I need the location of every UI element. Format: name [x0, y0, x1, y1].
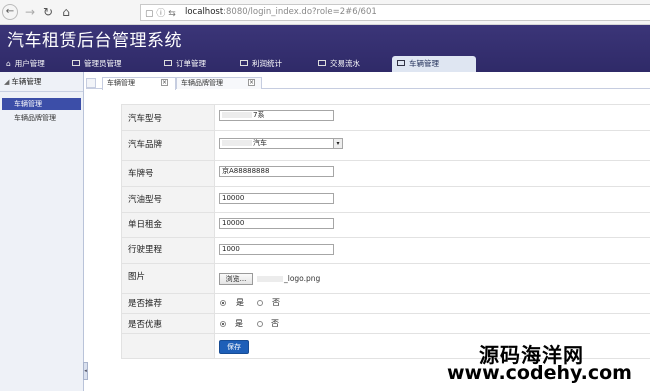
form-row [121, 293, 650, 294]
brand-label: 汽车品牌 [128, 140, 163, 150]
page-tabs: 车辆管理 × 车辆品牌管理 × [86, 77, 650, 90]
app-title: 汽车租赁后台管理系统 [7, 31, 182, 51]
sidebar: ◢ 车辆管理 车辆管理 车辆品牌管理 [0, 72, 84, 391]
redacted-text [222, 140, 252, 146]
save-button[interactable]: 保存 [219, 340, 249, 354]
url-text: localhost:8080/login_index.do?role=2#6/6… [185, 7, 377, 17]
main-nav: ⌂ 用户管理 管理员管理 订单管理 利润统计 交易流水 车辆管理 [0, 56, 650, 72]
home-icon: ⌂ [6, 59, 11, 68]
reload-icon[interactable]: ↻ [40, 4, 56, 20]
form-row [121, 186, 650, 187]
form-divider [214, 104, 215, 358]
discount-no-radio[interactable] [257, 321, 263, 327]
form-row [121, 313, 650, 314]
mileage-label: 行驶里程 [128, 245, 163, 255]
model-label: 汽车型号 [128, 114, 163, 124]
forward-icon[interactable]: → [22, 4, 38, 20]
watermark-url: www.codehy.com [447, 362, 632, 384]
mileage-input[interactable]: 1000 [219, 244, 334, 255]
chevron-down-icon: ◢ [4, 78, 10, 86]
model-input[interactable]: 7系 [219, 110, 334, 121]
redacted-text [222, 112, 252, 118]
close-icon[interactable]: × [248, 79, 255, 86]
recommend-yes-label: 是 [236, 298, 244, 307]
image-label: 图片 [128, 272, 146, 282]
plate-label: 车牌号 [128, 169, 154, 179]
rent-input[interactable]: 10000 [219, 218, 334, 229]
grid-icon [240, 60, 248, 66]
form-row [121, 130, 650, 131]
tab-vehicle-management[interactable]: 车辆管理 [392, 56, 476, 72]
discount-label: 是否优惠 [128, 320, 163, 330]
tab-user-management[interactable]: ⌂ 用户管理 [6, 56, 45, 72]
grid-icon [72, 60, 80, 66]
form-row [121, 237, 650, 238]
address-bar[interactable]: ▢ ⓘ ⇆ localhost:8080/login_index.do?role… [140, 4, 650, 21]
sidebar-item-vehicles[interactable]: 车辆管理 [2, 98, 81, 110]
tab-profit-stats[interactable]: 利润统计 [240, 56, 282, 72]
tab-admin-management[interactable]: 管理员管理 [72, 56, 122, 72]
grid-icon [164, 60, 172, 66]
recommend-yes-radio[interactable] [220, 300, 226, 306]
page-info-icon[interactable]: ▢ ⓘ ⇆ [145, 6, 176, 19]
discount-yes-radio[interactable] [220, 321, 226, 327]
sidebar-collapse-button[interactable]: ◂ [83, 362, 88, 380]
sidebar-item-brands[interactable]: 车辆品牌管理 [2, 112, 81, 124]
browser-toolbar: ← → ↻ ⌂ ▢ ⓘ ⇆ localhost:8080/login_index… [0, 0, 650, 25]
grid-icon [397, 60, 405, 66]
grid-icon [318, 60, 326, 66]
form-border [121, 104, 122, 358]
chevron-down-icon[interactable]: ▾ [333, 139, 342, 148]
fuel-input[interactable]: 10000 [219, 193, 334, 204]
app-header: 汽车租赁后台管理系统 ⌂ 用户管理 管理员管理 订单管理 利润统计 交易流水 车辆… [0, 25, 650, 72]
fuel-label: 汽油型号 [128, 195, 163, 205]
rent-label: 单日租金 [128, 220, 163, 230]
tab-order-management[interactable]: 订单管理 [164, 56, 206, 72]
form-row [121, 263, 650, 264]
form-row [121, 333, 650, 334]
discount-yes-label: 是 [235, 319, 243, 328]
tab-transactions[interactable]: 交易流水 [318, 56, 360, 72]
home-icon[interactable]: ⌂ [58, 4, 74, 20]
brand-select[interactable]: 汽车 ▾ [219, 138, 343, 149]
browse-button[interactable]: 浏览... [219, 273, 253, 285]
form-row [121, 104, 650, 105]
recommend-no-label: 否 [272, 298, 280, 307]
recommend-label: 是否推荐 [128, 299, 163, 309]
back-icon[interactable]: ← [2, 4, 18, 20]
form-row [121, 160, 650, 161]
plate-input[interactable]: 京A88888888 [219, 166, 334, 177]
sidebar-heading[interactable]: ◢ 车辆管理 [0, 72, 83, 92]
form-row [121, 212, 650, 213]
tab-menu-icon[interactable] [86, 78, 96, 88]
close-icon[interactable]: × [161, 79, 168, 86]
recommend-no-radio[interactable] [257, 300, 263, 306]
redacted-text [257, 276, 283, 282]
discount-no-label: 否 [271, 319, 279, 328]
file-name: _logo.png [257, 274, 320, 283]
